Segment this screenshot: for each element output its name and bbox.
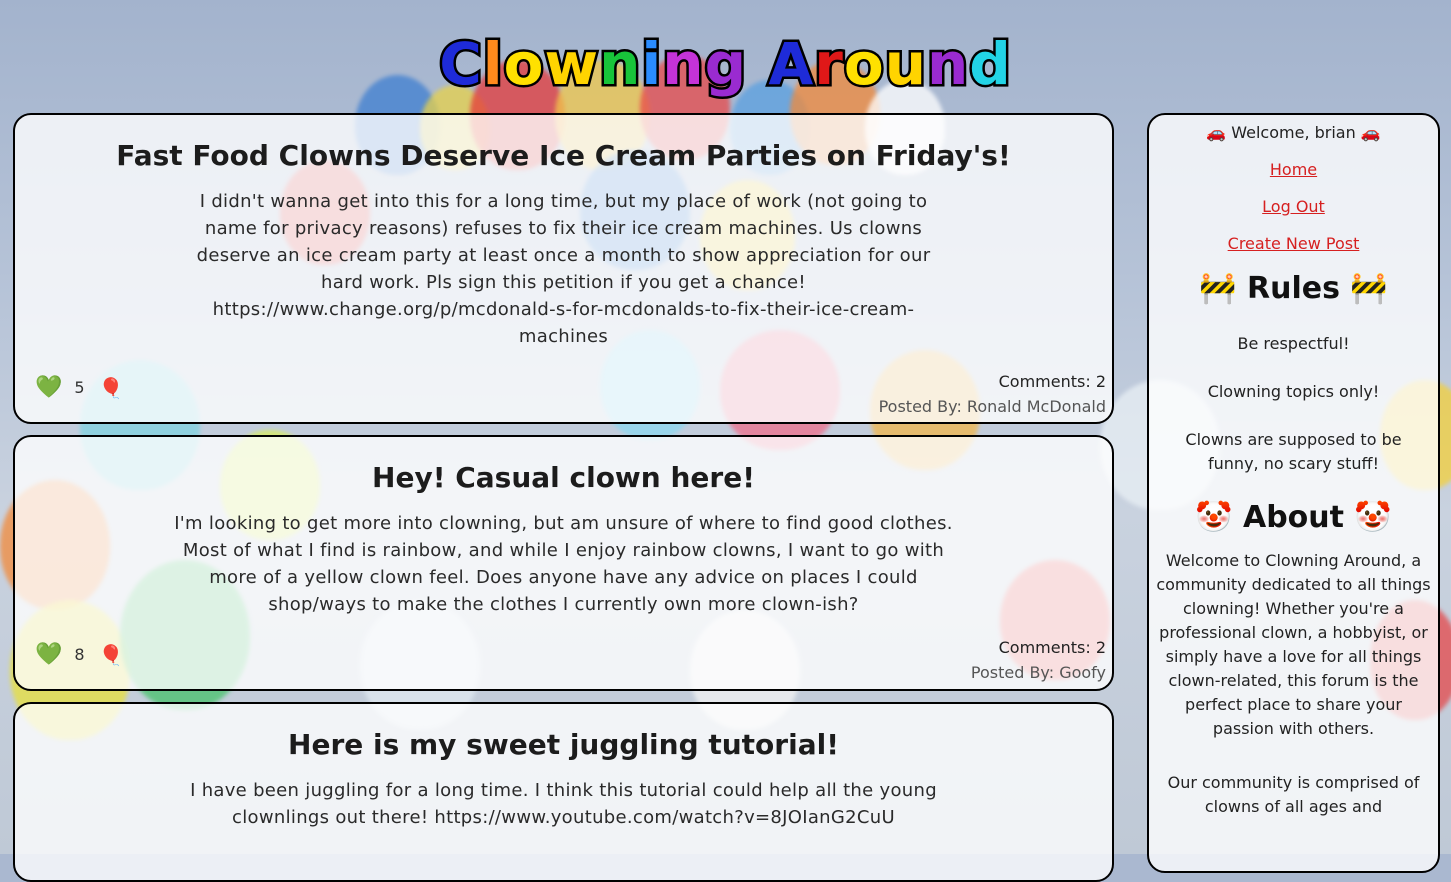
site-title-letter: n bbox=[660, 28, 706, 101]
post-author: Posted By: Goofy bbox=[970, 663, 1106, 682]
like-count: 5 bbox=[74, 378, 85, 397]
post-card: Here is my sweet juggling tutorial! I ha… bbox=[13, 702, 1114, 882]
comments-link[interactable]: Comments: 2 bbox=[971, 635, 1106, 660]
red-balloon-icon[interactable]: 🎈 bbox=[99, 643, 124, 667]
green-heart-icon[interactable]: 💚 bbox=[35, 375, 62, 400]
post-body: I have been juggling for a long time. I … bbox=[190, 780, 937, 828]
post-author: Posted By: Ronald McDonald bbox=[878, 397, 1106, 416]
site-title-letter: n bbox=[924, 28, 970, 101]
like-count: 8 bbox=[74, 645, 85, 664]
site-title-letter: w bbox=[542, 28, 601, 101]
rule-item: Be respectful! bbox=[1237, 334, 1350, 353]
site-title-letter: i bbox=[639, 28, 664, 101]
site-title-letter: n bbox=[597, 28, 643, 101]
rule-item: Clowns are supposed to be funny, no scar… bbox=[1185, 430, 1402, 473]
post-reactions: 💚 8 🎈 bbox=[35, 642, 124, 667]
post-card: Hey! Casual clown here! I'm looking to g… bbox=[13, 435, 1114, 691]
home-link[interactable]: Home bbox=[1149, 160, 1438, 179]
site-title-letter: l bbox=[480, 28, 505, 101]
sidebar: 🚗 Welcome, brian 🚗 Home Log Out Create N… bbox=[1147, 113, 1440, 873]
site-title-letter: o bbox=[501, 28, 546, 101]
about-paragraph: Our community is comprised of clowns of … bbox=[1167, 773, 1420, 816]
site-title-letter: d bbox=[967, 28, 1013, 101]
post-body: I didn't wanna get into this for a long … bbox=[196, 191, 931, 347]
site-title-letter: A bbox=[766, 28, 816, 101]
site-title-letter: g bbox=[702, 28, 748, 101]
create-post-link[interactable]: Create New Post bbox=[1149, 234, 1438, 253]
site-title-letter: C bbox=[437, 28, 485, 101]
green-heart-icon[interactable]: 💚 bbox=[35, 642, 62, 667]
site-title-letter: r bbox=[812, 28, 846, 101]
comments-link[interactable]: Comments: 2 bbox=[879, 369, 1106, 394]
post-reactions: 💚 5 🎈 bbox=[35, 375, 124, 400]
site-title-letter bbox=[747, 30, 768, 98]
post-meta: Comments: 2 Posted By: Goofy bbox=[971, 635, 1106, 685]
site-title-letter: o bbox=[841, 28, 886, 101]
red-balloon-icon[interactable]: 🎈 bbox=[99, 376, 124, 400]
post-title[interactable]: Fast Food Clowns Deserve Ice Cream Parti… bbox=[15, 139, 1112, 172]
post-card: Fast Food Clowns Deserve Ice Cream Parti… bbox=[13, 113, 1114, 424]
logout-link[interactable]: Log Out bbox=[1149, 197, 1438, 216]
site-title: Clowning Around bbox=[0, 28, 1451, 101]
rules-heading: 🚧 Rules 🚧 bbox=[1199, 271, 1388, 306]
post-meta: Comments: 2 Posted By: Ronald McDonald bbox=[879, 369, 1106, 419]
post-title[interactable]: Here is my sweet juggling tutorial! bbox=[15, 728, 1112, 761]
rule-item: Clowning topics only! bbox=[1207, 382, 1380, 401]
about-paragraph: Welcome to Clowning Around, a community … bbox=[1156, 551, 1431, 738]
about-heading: 🤡 About 🤡 bbox=[1195, 500, 1392, 535]
post-body: I'm looking to get more into clowning, b… bbox=[174, 513, 953, 615]
sidebar-nav: Home Log Out Create New Post bbox=[1149, 160, 1438, 253]
site-title-letter: u bbox=[882, 28, 928, 101]
welcome-message: 🚗 Welcome, brian 🚗 bbox=[1206, 123, 1381, 142]
post-title[interactable]: Hey! Casual clown here! bbox=[15, 461, 1112, 494]
